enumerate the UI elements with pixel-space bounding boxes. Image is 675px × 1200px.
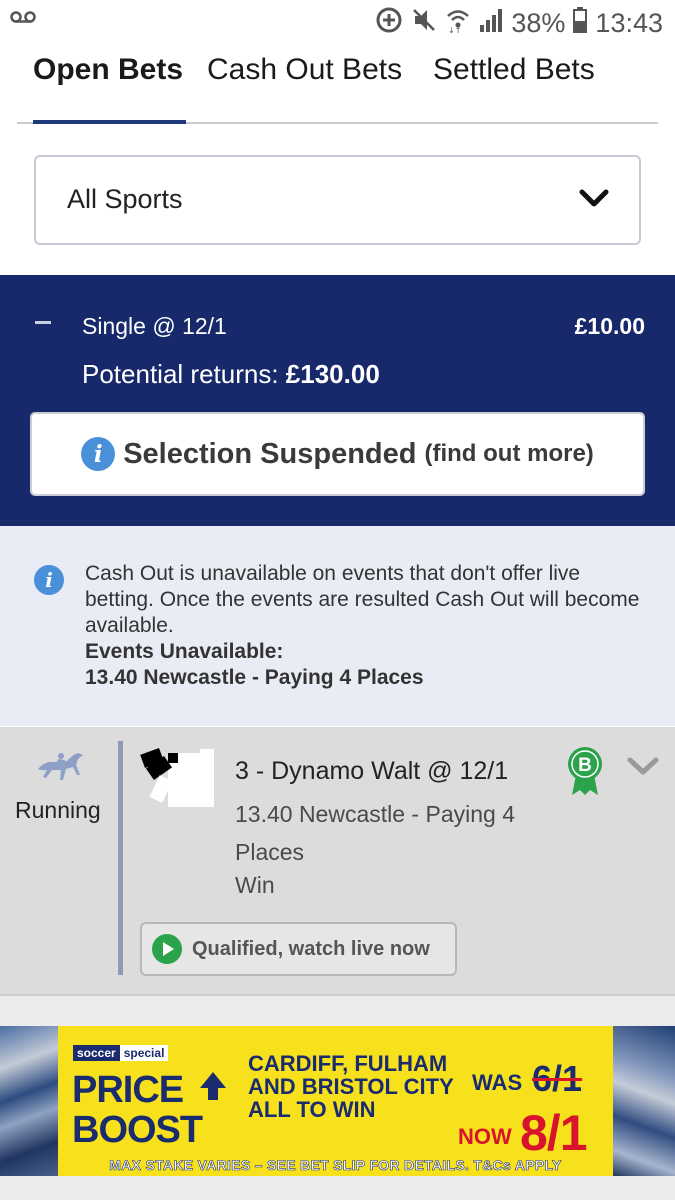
horse-racing-icon <box>34 749 86 788</box>
returns-label: Potential returns: <box>82 359 279 389</box>
unavailable-label: Events Unavailable: <box>85 640 284 663</box>
price-boost-banner[interactable]: soccer special PRICE BOOST CARDIFF, FULH… <box>0 1026 675 1176</box>
selection-row: Running 3 - Dynamo Walt @ 12/1 13.40 New… <box>0 727 675 996</box>
soccer-special-logo: soccer special <box>73 1045 169 1061</box>
wifi-icon: ↓↑ <box>445 7 471 40</box>
collapse-icon[interactable] <box>35 321 51 324</box>
bet-stake: £10.00 <box>574 313 645 339</box>
active-tab-indicator <box>33 120 186 124</box>
jockey-silks-icon <box>140 747 218 814</box>
notice-text: Cash Out is unavailable on events that d… <box>85 561 645 691</box>
selection-name: 3 - Dynamo Walt @ 12/1 <box>235 757 509 785</box>
chevron-down-icon[interactable] <box>627 757 659 782</box>
unavailable-event: 13.40 Newcastle - Paying 4 Places <box>85 666 424 689</box>
now-odds: 8/1 <box>520 1105 588 1161</box>
voicemail-icon <box>10 10 36 29</box>
was-label: WAS <box>472 1070 523 1095</box>
bottom-strip <box>0 1176 675 1200</box>
sports-filter-dropdown[interactable]: All Sports <box>34 155 641 245</box>
now-label: NOW <box>458 1124 512 1149</box>
bet-card-header: Single @ 12/1 £10.00 Potential returns: … <box>0 275 675 526</box>
battery-icon <box>573 6 588 40</box>
play-icon <box>152 934 182 964</box>
status-bar: ↓↑ 38% 13:43 <box>0 0 675 46</box>
clock: 13:43 <box>595 7 663 38</box>
info-icon: i <box>81 437 116 471</box>
boost-badge-icon: B <box>566 745 604 802</box>
tab-open-bets[interactable]: Open Bets <box>33 52 183 116</box>
svg-text:↓↑: ↓↑ <box>448 26 461 33</box>
selection-divider <box>118 741 123 975</box>
bets-tabs: Open Bets Cash Out Bets Settled Bets <box>17 46 658 124</box>
svg-text:B: B <box>578 755 592 776</box>
potential-returns: Potential returns: £130.00 <box>82 359 380 390</box>
watch-live-label: Qualified, watch live now <box>192 937 430 960</box>
tab-cash-out-bets[interactable]: Cash Out Bets <box>207 52 402 116</box>
price-boost-headline: PRICE BOOST <box>72 1069 203 1151</box>
data-saver-icon <box>375 6 403 41</box>
tab-settled-bets[interactable]: Settled Bets <box>433 52 595 116</box>
was-odds: 6/1 <box>532 1058 583 1099</box>
banner-terms: MAX STAKE VARIES – SEE BET SLIP FOR DETA… <box>109 1157 562 1174</box>
sports-filter-value: All Sports <box>67 184 183 214</box>
find-out-more-link[interactable]: (find out more) <box>424 440 593 468</box>
notice-message: Cash Out is unavailable on events that d… <box>85 562 640 637</box>
battery-percent: 38% <box>511 7 566 38</box>
watch-live-button[interactable]: Qualified, watch live now <box>140 922 457 976</box>
chevron-down-icon <box>579 189 609 214</box>
arrow-up-icon <box>198 1070 228 1113</box>
mute-icon <box>411 7 437 40</box>
cash-out-notice: i Cash Out is unavailable on events that… <box>0 526 675 726</box>
signal-icon <box>479 7 503 40</box>
banner-body: soccer special PRICE BOOST CARDIFF, FULH… <box>58 1026 613 1176</box>
race-status: Running <box>15 797 101 823</box>
offer-text: CARDIFF, FULHAM AND BRISTOL CITY ALL TO … <box>248 1051 454 1122</box>
suspended-title: Selection Suspended <box>123 437 417 470</box>
selection-event: 13.40 Newcastle - Paying 4 Places <box>235 801 515 865</box>
bet-type: Single @ 12/1 <box>82 313 227 339</box>
info-icon: i <box>34 565 64 595</box>
section-gap <box>0 996 675 1026</box>
returns-amount: £130.00 <box>285 359 380 389</box>
crowd-image-right <box>613 1026 675 1176</box>
selection-market: Win <box>235 872 275 898</box>
crowd-image-left <box>0 1026 58 1176</box>
selection-suspended-button[interactable]: i Selection Suspended (find out more) <box>30 412 645 496</box>
